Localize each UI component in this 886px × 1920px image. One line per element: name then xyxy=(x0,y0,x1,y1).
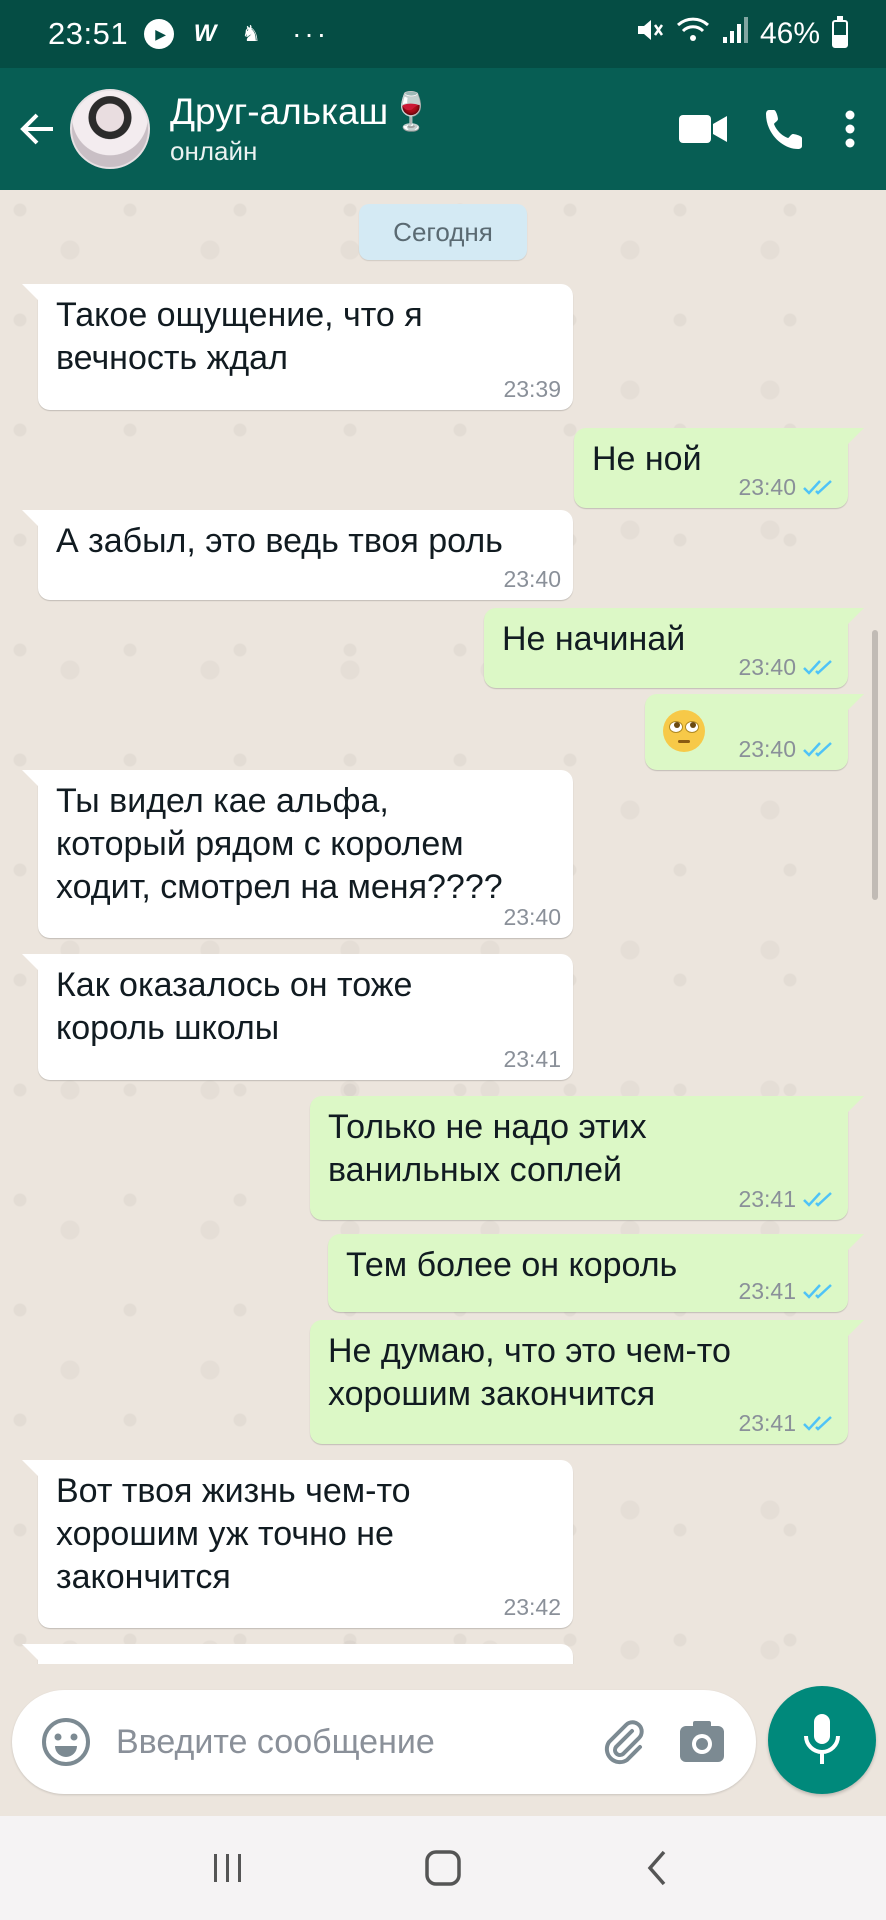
home-icon xyxy=(425,1850,461,1886)
message-time: 23:41 xyxy=(738,1278,796,1304)
message-outgoing[interactable]: Не думаю, что это чем-то хорошим закончи… xyxy=(310,1320,864,1444)
message-text: Такое ощущение, что я вечность ждал xyxy=(56,296,423,377)
system-nav-bar xyxy=(0,1816,886,1920)
contact-status: онлайн xyxy=(170,136,258,166)
message-outgoing[interactable]: Тем более он король 23:41 xyxy=(328,1234,864,1312)
message-text: Ты видел кае альфа, который рядом с коро… xyxy=(56,782,503,906)
message-input[interactable] xyxy=(116,1722,596,1762)
phone-icon xyxy=(766,110,802,149)
message-text: Вот твоя жизнь чем-то хорошим уж точно н… xyxy=(56,1472,411,1596)
chevron-left-icon xyxy=(647,1850,666,1886)
read-receipt-icon xyxy=(803,660,832,675)
read-receipt-icon xyxy=(803,1284,832,1299)
read-receipt-icon xyxy=(803,480,832,495)
message-time: 23:41 xyxy=(503,1046,561,1072)
back-button[interactable] xyxy=(6,98,68,160)
message-text: А забыл, это ведь твоя роль xyxy=(56,522,503,560)
date-chip: Сегодня xyxy=(359,204,527,260)
message-time: 23:40 xyxy=(738,654,796,680)
more-notifications-icon: ··· xyxy=(292,18,330,49)
contact-name: Друг-алькаш🍷 xyxy=(170,91,435,132)
emoji-button[interactable] xyxy=(38,1714,94,1770)
mute-icon xyxy=(634,15,664,53)
video-call-button[interactable] xyxy=(678,113,728,145)
notification-icon: ♞ xyxy=(241,21,261,46)
video-call-icon xyxy=(679,115,727,143)
more-vert-icon xyxy=(845,110,855,148)
battery-percent: 46% xyxy=(759,17,820,50)
message-time: 23:42 xyxy=(503,1594,561,1620)
read-receipt-icon xyxy=(803,1192,832,1207)
camera-button[interactable] xyxy=(674,1714,730,1770)
message-text: Только не надо этих ванильных соплей xyxy=(328,1108,647,1189)
signal-icon xyxy=(722,15,748,53)
wifi-icon xyxy=(676,15,710,53)
voice-message-button[interactable] xyxy=(768,1686,876,1794)
emoji-icon xyxy=(42,1718,90,1766)
message-time: 23:41 xyxy=(738,1186,796,1212)
message-list[interactable]: Сегодня Такое ощущение, что я вечность ж… xyxy=(0,190,886,1664)
message-time: 23:41 xyxy=(738,1410,796,1436)
message-incoming-partial[interactable] xyxy=(22,1644,573,1664)
recents-icon xyxy=(213,1854,241,1882)
contact-info[interactable]: Друг-алькаш🍷 онлайн xyxy=(170,90,434,168)
camera-icon xyxy=(680,1721,724,1762)
status-bar: 23:51 ▶ W ♞ ··· 46% xyxy=(0,0,886,68)
read-receipt-icon xyxy=(803,742,832,757)
rolling-eyes-emoji-icon xyxy=(663,710,705,752)
paperclip-icon xyxy=(604,1720,644,1765)
w-icon: W xyxy=(193,20,217,47)
scrollbar[interactable] xyxy=(872,630,878,900)
message-time: 23:40 xyxy=(503,904,561,930)
recents-button[interactable] xyxy=(193,1833,263,1903)
message-time: 23:40 xyxy=(503,566,561,592)
avatar[interactable] xyxy=(70,89,150,169)
message-time: 23:40 xyxy=(738,736,796,762)
message-incoming[interactable]: Вот твоя жизнь чем-то хорошим уж точно н… xyxy=(22,1460,573,1628)
voice-call-button[interactable] xyxy=(766,108,806,150)
message-outgoing[interactable]: Не начинай 23:40 xyxy=(484,608,864,688)
read-receipt-icon xyxy=(803,1416,832,1431)
attach-button[interactable] xyxy=(596,1714,652,1770)
message-incoming[interactable]: Ты видел кае альфа, который рядом с коро… xyxy=(22,770,573,938)
message-text: Не думаю, что это чем-то хорошим закончи… xyxy=(328,1332,731,1413)
message-incoming[interactable]: Такое ощущение, что я вечность ждал 23:3… xyxy=(22,284,573,410)
more-options-button[interactable] xyxy=(844,109,856,149)
battery-icon xyxy=(832,16,848,48)
message-time: 23:40 xyxy=(738,474,796,500)
status-time: 23:51 xyxy=(48,16,129,51)
message-outgoing[interactable]: Не ной 23:40 xyxy=(574,428,864,508)
back-arrow-icon xyxy=(20,113,53,145)
message-composer xyxy=(12,1690,756,1794)
message-outgoing[interactable]: 23:40 xyxy=(645,694,864,770)
composer-area xyxy=(0,1664,886,1816)
message-incoming[interactable]: Как оказалось он тоже король школы 23:41 xyxy=(22,954,573,1080)
system-back-button[interactable] xyxy=(623,1833,693,1903)
message-outgoing[interactable]: Только не надо этих ванильных соплей 23:… xyxy=(310,1096,864,1220)
message-incoming[interactable]: А забыл, это ведь твоя роль 23:40 xyxy=(22,510,573,600)
message-time: 23:39 xyxy=(503,376,561,402)
message-text: Как оказалось он тоже король школы xyxy=(56,966,413,1047)
play-icon: ▶ xyxy=(144,19,175,49)
chat-header: Друг-алькаш🍷 онлайн xyxy=(0,68,886,190)
microphone-icon xyxy=(804,1714,840,1764)
home-button[interactable] xyxy=(408,1833,478,1903)
